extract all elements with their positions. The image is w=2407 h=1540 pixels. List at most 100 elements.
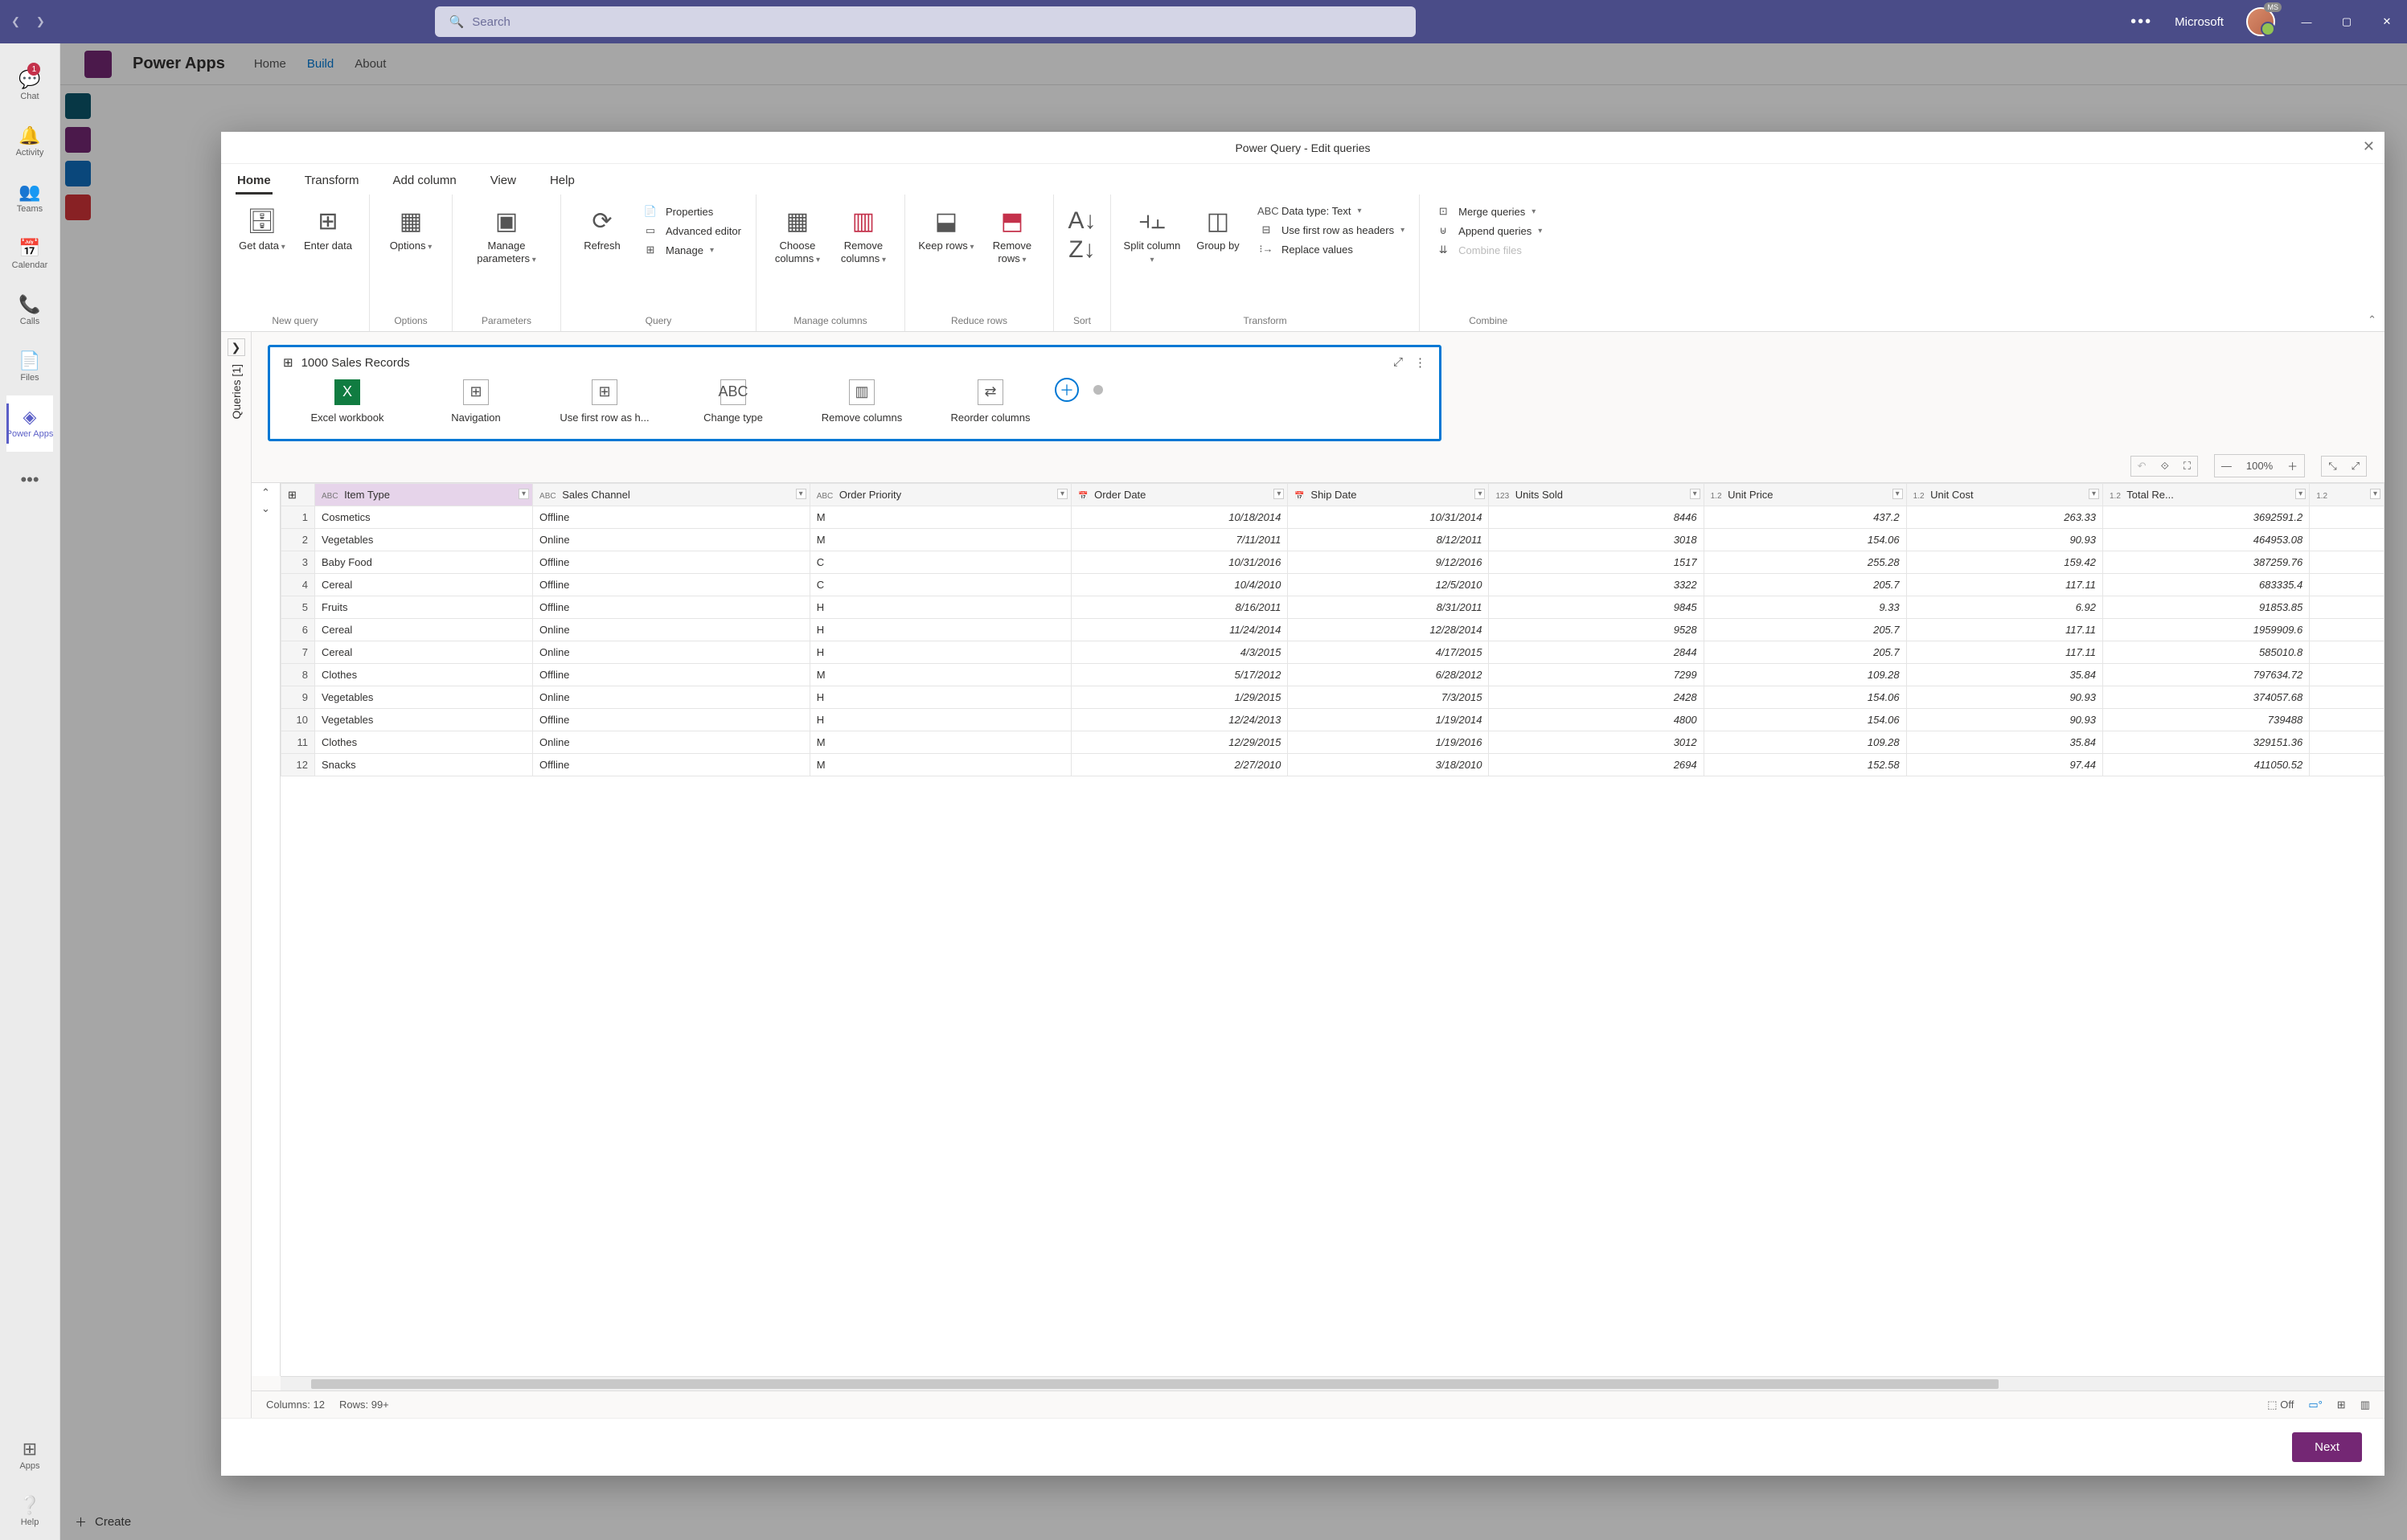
expand-row-icon[interactable]: ⌄ (261, 502, 270, 515)
nav-help[interactable]: ❔Help (18, 1484, 40, 1540)
maximize-icon[interactable]: ▢ (2338, 15, 2356, 28)
cell[interactable]: 4/3/2015 (1072, 641, 1288, 664)
cell[interactable]: C (810, 574, 1071, 596)
cell[interactable]: 7/3/2015 (1288, 686, 1489, 709)
cell[interactable]: 90.93 (1906, 686, 2102, 709)
cell[interactable]: C (810, 551, 1071, 574)
cell[interactable]: 12/24/2013 (1072, 709, 1288, 731)
row-number[interactable]: 10 (281, 709, 315, 731)
cell[interactable]: 159.42 (1906, 551, 2102, 574)
cell[interactable]: Fruits (315, 596, 533, 619)
cell[interactable] (2310, 686, 2384, 709)
filter-dropdown-icon[interactable]: ▾ (2295, 489, 2306, 499)
cell[interactable]: M (810, 506, 1071, 529)
cell[interactable]: Online (533, 641, 810, 664)
row-number[interactable]: 11 (281, 731, 315, 754)
cell[interactable]: 8/16/2011 (1072, 596, 1288, 619)
cell[interactable]: 797634.72 (2103, 664, 2310, 686)
cell[interactable]: 11/24/2014 (1072, 619, 1288, 641)
collapse-view-icon[interactable]: ⤡ (2328, 460, 2336, 473)
nav-calls[interactable]: 📞Calls (6, 283, 54, 339)
add-step-button[interactable]: ＋ (1055, 378, 1079, 402)
cell[interactable]: 387259.76 (2103, 551, 2310, 574)
cell[interactable]: 7299 (1489, 664, 1704, 686)
cell[interactable]: 154.06 (1704, 709, 1906, 731)
cell[interactable]: H (810, 686, 1071, 709)
get-data-button[interactable]: 🗄Get data (231, 199, 293, 252)
cell[interactable]: 90.93 (1906, 709, 2102, 731)
cell[interactable]: 97.44 (1906, 754, 2102, 776)
ribbon-tab-help[interactable]: Help (548, 169, 576, 195)
cell[interactable]: Cereal (315, 619, 533, 641)
column-header-order-date[interactable]: 📅 Order Date▾ (1072, 484, 1288, 506)
manage-parameters-button[interactable]: ▣Manage parameters (462, 199, 551, 265)
cell[interactable] (2310, 664, 2384, 686)
cell[interactable]: 205.7 (1704, 619, 1906, 641)
cell[interactable]: 2428 (1489, 686, 1704, 709)
cell[interactable]: 1/29/2015 (1072, 686, 1288, 709)
expand-queries-icon[interactable]: ❯ (228, 338, 245, 356)
merge-queries-button[interactable]: ⊡Merge queries (1429, 203, 1547, 220)
cell[interactable]: 12/5/2010 (1288, 574, 1489, 596)
cell[interactable]: Vegetables (315, 709, 533, 731)
cell[interactable]: M (810, 664, 1071, 686)
nav-power-apps[interactable]: ◈Power Apps (6, 395, 54, 452)
options-button[interactable]: ▦Options (379, 199, 442, 252)
cell[interactable]: 5/17/2012 (1072, 664, 1288, 686)
row-number[interactable]: 1 (281, 506, 315, 529)
column-header-units-sold[interactable]: 123 Units Sold▾ (1489, 484, 1704, 506)
append-queries-button[interactable]: ⊎Append queries (1429, 222, 1547, 240)
cell[interactable] (2310, 754, 2384, 776)
cell[interactable]: 35.84 (1906, 731, 2102, 754)
cell[interactable]: Cereal (315, 574, 533, 596)
replace-values-button[interactable]: ⁝→Replace values (1253, 240, 1409, 258)
horizontal-scrollbar[interactable] (281, 1376, 2384, 1391)
cell[interactable]: Online (533, 619, 810, 641)
cell[interactable]: Vegetables (315, 686, 533, 709)
row-number[interactable]: 3 (281, 551, 315, 574)
filter-dropdown-icon[interactable]: ▾ (1273, 489, 1284, 499)
collapse-ribbon-icon[interactable]: ⌃ (2368, 313, 2376, 326)
cell[interactable]: 3692591.2 (2103, 506, 2310, 529)
cell[interactable]: 12/29/2015 (1072, 731, 1288, 754)
cell[interactable]: Online (533, 686, 810, 709)
split-column-button[interactable]: ⫞⫠Split column (1121, 199, 1183, 265)
schema-view-icon[interactable]: ▥ (2360, 1399, 2370, 1411)
step-change-type[interactable]: ABCChange type (669, 379, 798, 424)
step-use-first-row-as-h-[interactable]: ⊞Use first row as h... (540, 379, 669, 424)
remove-columns-button[interactable]: ▥Remove columns (832, 199, 895, 265)
data-type-button[interactable]: ABCData type: Text (1253, 203, 1409, 219)
ribbon-tab-add-column[interactable]: Add column (391, 169, 457, 195)
cell[interactable]: 263.33 (1906, 506, 2102, 529)
cell[interactable] (2310, 709, 2384, 731)
column-header-unit-price[interactable]: 1.2 Unit Price▾ (1704, 484, 1906, 506)
cell[interactable]: 6/28/2012 (1288, 664, 1489, 686)
cell[interactable]: 12/28/2014 (1288, 619, 1489, 641)
row-number[interactable]: 7 (281, 641, 315, 664)
remove-rows-button[interactable]: ⬒Remove rows (981, 199, 1044, 265)
cell[interactable]: Cereal (315, 641, 533, 664)
row-number[interactable]: 5 (281, 596, 315, 619)
cell[interactable]: 1959909.6 (2103, 619, 2310, 641)
diagram-more-icon[interactable]: ⋮ (1414, 355, 1426, 370)
cell[interactable]: 4/17/2015 (1288, 641, 1489, 664)
cell[interactable]: H (810, 619, 1071, 641)
cell[interactable]: 3322 (1489, 574, 1704, 596)
avatar[interactable]: MS (2246, 7, 2275, 36)
cell[interactable] (2310, 506, 2384, 529)
cell[interactable] (2310, 529, 2384, 551)
cell[interactable] (2310, 551, 2384, 574)
cell[interactable]: 117.11 (1906, 641, 2102, 664)
expand-diagram-icon[interactable]: ⤢ (1393, 355, 1403, 370)
nav-back-icon[interactable]: ❮ (11, 15, 20, 28)
cell[interactable]: H (810, 709, 1071, 731)
filter-dropdown-icon[interactable]: ▾ (1474, 489, 1485, 499)
cell[interactable]: Offline (533, 574, 810, 596)
cell[interactable]: Online (533, 529, 810, 551)
diagram-view-icon[interactable]: ▭° (2308, 1399, 2322, 1411)
cell[interactable]: 205.7 (1704, 641, 1906, 664)
row-number[interactable]: 8 (281, 664, 315, 686)
step-toggle[interactable]: ⬚ Off (2267, 1399, 2294, 1411)
grid-view-icon[interactable]: ⊞ (2337, 1399, 2346, 1411)
row-number[interactable]: 2 (281, 529, 315, 551)
